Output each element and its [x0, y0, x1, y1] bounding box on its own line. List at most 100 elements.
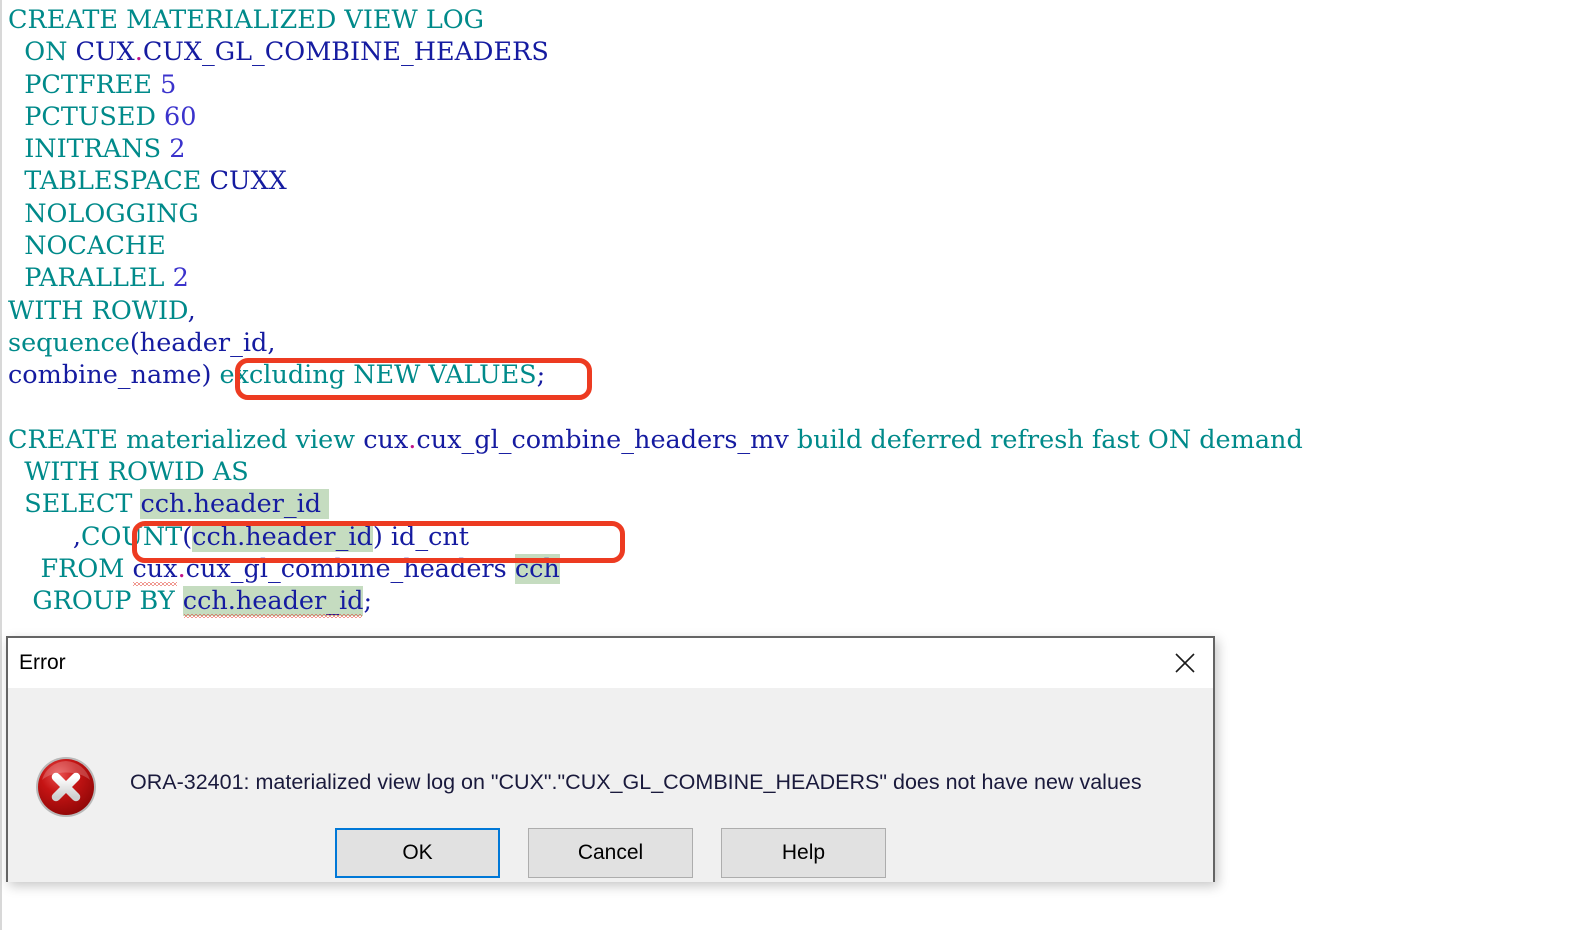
code-token	[321, 489, 330, 520]
sql-code-block[interactable]: CREATE MATERIALIZED VIEW LOG ON CUX.CUX_…	[8, 4, 1592, 618]
code-token: PARALLEL	[24, 263, 165, 294]
code-line: WITH ROWID AS	[8, 456, 1592, 488]
code-token: TABLESPACE	[24, 166, 202, 197]
code-token: FROM	[40, 554, 125, 585]
code-line: WITH ROWID,	[8, 295, 1592, 327]
error-circle-x-icon	[35, 756, 97, 818]
code-line: INITRANS 2	[8, 133, 1592, 165]
dialog-title: Error	[19, 651, 66, 674]
code-token: 60	[164, 101, 197, 132]
code-line: ON CUX.CUX_GL_COMBINE_HEADERS	[8, 36, 1592, 68]
code-token: WITH ROWID AS	[24, 457, 249, 488]
help-button[interactable]: Help	[721, 828, 886, 878]
code-token: CREATE MATERIALIZED VIEW LOG	[8, 5, 485, 35]
code-token: 2	[172, 263, 189, 294]
code-token: CUX	[75, 37, 135, 68]
dialog-titlebar: Error	[8, 638, 1213, 688]
code-line: PCTUSED 60	[8, 101, 1592, 133]
code-token: CUX_GL_COMBINE_HEADERS	[142, 37, 549, 68]
code-token: 5	[160, 69, 177, 100]
code-token: )	[372, 521, 383, 552]
code-token: cux	[132, 554, 178, 585]
code-token: cch.header_id	[192, 521, 373, 552]
code-line: PCTFREE 5	[8, 69, 1592, 101]
code-token: ,	[187, 295, 196, 326]
code-token: id_cnt	[390, 521, 470, 552]
code-token: combine_name	[8, 360, 202, 391]
code-token: GROUP BY	[32, 586, 175, 617]
code-line: combine_name) excluding NEW VALUES;	[8, 359, 1592, 391]
code-token: PCTFREE	[24, 69, 153, 100]
code-token: NOLOGGING	[24, 198, 199, 229]
code-token: cch	[514, 554, 560, 585]
code-token: header_id	[139, 327, 268, 358]
code-token: NOCACHE	[24, 231, 166, 262]
code-line: sequence(header_id,	[8, 327, 1592, 359]
code-line: SELECT cch.header_id	[8, 488, 1592, 520]
code-line: PARALLEL 2	[8, 262, 1592, 294]
code-token: cux_gl_combine_headers	[185, 554, 507, 585]
error-message-text: ORA-32401: materialized view log on "CUX…	[130, 770, 1142, 794]
code-token: cux_gl_combine_headers_mv	[416, 424, 789, 455]
ok-button[interactable]: OK	[335, 828, 500, 878]
code-token: WITH ROWID	[8, 295, 188, 326]
code-token: )	[201, 360, 220, 391]
code-token: CREATE materialized view	[8, 424, 364, 455]
code-token: (	[182, 521, 193, 552]
code-token: cux	[363, 424, 409, 455]
code-token: .	[134, 37, 143, 68]
cancel-button[interactable]: Cancel	[528, 828, 693, 878]
close-icon[interactable]	[1157, 638, 1213, 688]
code-token: PCTUSED	[24, 101, 156, 132]
code-line: GROUP BY cch.header_id;	[8, 585, 1592, 617]
code-token: build deferred refresh fast ON demand	[788, 424, 1303, 455]
dialog-body: ORA-32401: materialized view log on "CUX…	[8, 688, 1213, 882]
code-line: FROM cux.cux_gl_combine_headers cch	[8, 553, 1592, 585]
code-token: cch.header_id	[140, 489, 322, 520]
code-token: excluding NEW VALUES	[219, 360, 537, 391]
code-line: ,COUNT(cch.header_id) id_cnt	[8, 521, 1592, 553]
dialog-button-row: OK Cancel Help	[8, 828, 1213, 878]
code-token: COUNT	[80, 521, 183, 552]
code-line: TABLESPACE CUXX	[8, 165, 1592, 197]
code-token: 2	[169, 134, 186, 165]
code-token: (	[129, 327, 140, 358]
code-line: CREATE MATERIALIZED VIEW LOG	[8, 4, 1592, 36]
code-token: INITRANS	[24, 134, 162, 165]
code-token: ,	[72, 521, 81, 552]
code-token: .	[177, 554, 186, 585]
code-token: CUXX	[209, 166, 287, 197]
code-token: sequence	[8, 327, 130, 358]
code-line: CREATE materialized view cux.cux_gl_comb…	[8, 424, 1592, 456]
code-token: ;	[363, 586, 373, 617]
code-line: NOCACHE	[8, 230, 1592, 262]
code-token: ON	[24, 37, 68, 68]
error-dialog: Error ORA-32401: materialized view log o…	[6, 636, 1215, 882]
code-token: SELECT	[24, 489, 133, 520]
code-token: ;	[536, 360, 546, 391]
code-token: cch.header_id	[182, 586, 364, 617]
code-token: ,	[267, 327, 276, 358]
